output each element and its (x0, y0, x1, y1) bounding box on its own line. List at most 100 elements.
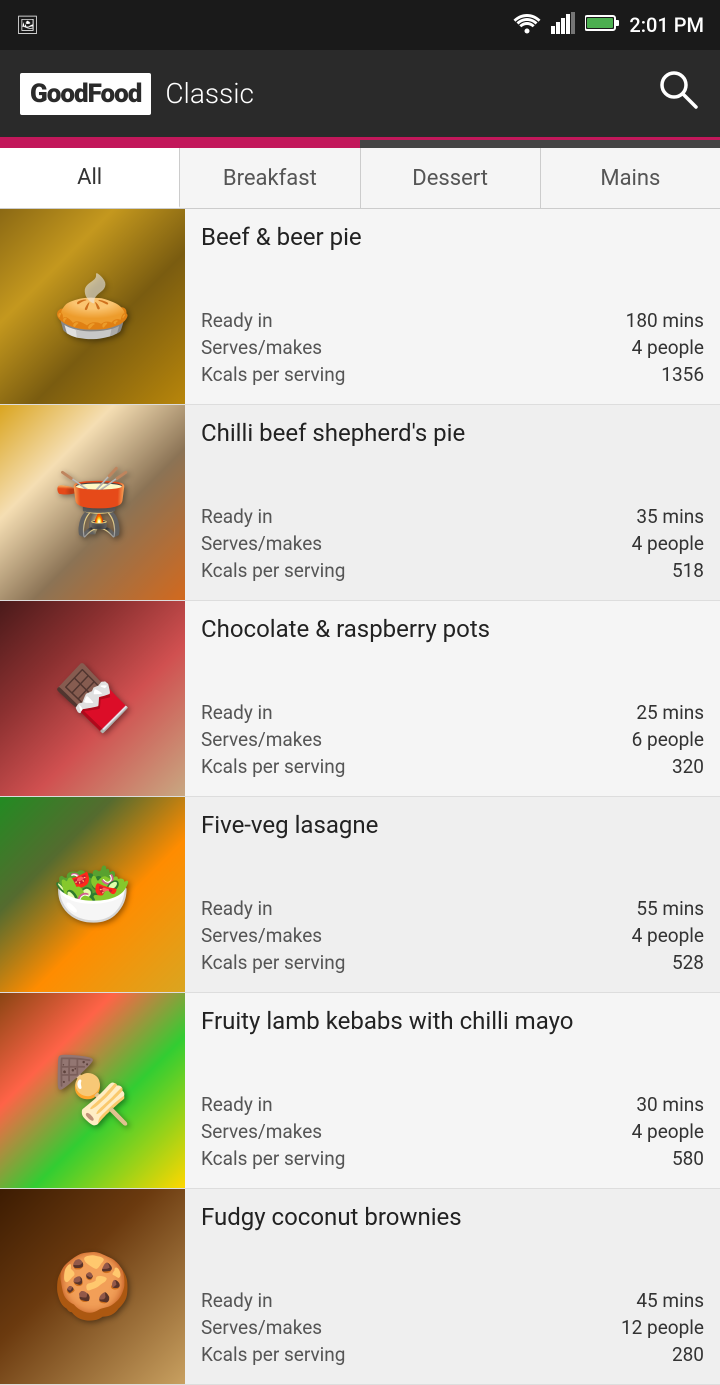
battery-icon (585, 14, 619, 37)
recipe-details: Ready in 45 mins Serves/makes 12 people … (201, 1250, 704, 1370)
recipe-thumbnail: 🍫 (0, 601, 185, 796)
tab-breakfast[interactable]: Breakfast (180, 148, 360, 208)
serves-value: 6 people (632, 728, 704, 751)
recipe-thumbnail: 🫕 (0, 405, 185, 600)
serves-value: 4 people (632, 924, 704, 947)
kcals-value: 528 (672, 951, 704, 974)
serves-label: Serves/makes (201, 336, 322, 359)
status-bar-left: 🖼 (16, 15, 39, 36)
ready-in-row: Ready in 25 mins (201, 701, 704, 724)
serves-row: Serves/makes 4 people (201, 924, 704, 947)
recipe-details: Ready in 35 mins Serves/makes 4 people K… (201, 466, 704, 586)
recipe-details: Ready in 25 mins Serves/makes 6 people K… (201, 662, 704, 782)
status-bar-right: 2:01 PM (513, 12, 704, 39)
serves-row: Serves/makes 4 people (201, 336, 704, 359)
recipe-thumbnail: 🥧 (0, 209, 185, 404)
ready-in-value: 45 mins (636, 1289, 704, 1312)
app-header: GoodFood Classic (0, 50, 720, 140)
serves-value: 4 people (632, 1120, 704, 1143)
recipe-info: Fruity lamb kebabs with chilli mayo Read… (185, 993, 720, 1188)
serves-label: Serves/makes (201, 532, 322, 555)
ready-in-row: Ready in 45 mins (201, 1289, 704, 1312)
signal-icon (551, 12, 575, 39)
kcals-value: 1356 (661, 363, 704, 386)
serves-row: Serves/makes 4 people (201, 1120, 704, 1143)
kcals-row: Kcals per serving 518 (201, 559, 704, 582)
serves-value: 12 people (621, 1316, 704, 1339)
ready-in-label: Ready in (201, 505, 273, 528)
serves-label: Serves/makes (201, 728, 322, 751)
serves-row: Serves/makes 6 people (201, 728, 704, 751)
ready-in-value: 30 mins (636, 1093, 704, 1116)
ready-in-row: Ready in 55 mins (201, 897, 704, 920)
serves-row: Serves/makes 12 people (201, 1316, 704, 1339)
recipe-image: 🍪 (0, 1189, 185, 1384)
recipe-name: Chilli beef shepherd's pie (201, 419, 704, 448)
recipe-details: Ready in 180 mins Serves/makes 4 people … (201, 270, 704, 390)
status-bar: 🖼 2:01 PM (0, 0, 720, 50)
ready-in-label: Ready in (201, 897, 273, 920)
ready-in-value: 35 mins (636, 505, 704, 528)
tab-dessert[interactable]: Dessert (361, 148, 541, 208)
recipe-name: Fudgy coconut brownies (201, 1203, 704, 1232)
kcals-label: Kcals per serving (201, 559, 345, 582)
recipe-image: 🥧 (0, 209, 185, 404)
kcals-label: Kcals per serving (201, 1343, 345, 1366)
kcals-label: Kcals per serving (201, 951, 345, 974)
ready-in-value: 55 mins (636, 897, 704, 920)
recipe-image: 🍫 (0, 601, 185, 796)
ready-in-label: Ready in (201, 701, 273, 724)
kcals-row: Kcals per serving 1356 (201, 363, 704, 386)
header-left: GoodFood Classic (20, 73, 254, 115)
recipe-info: Fudgy coconut brownies Ready in 45 mins … (185, 1189, 720, 1384)
recipe-name: Fruity lamb kebabs with chilli mayo (201, 1007, 704, 1036)
kcals-label: Kcals per serving (201, 1147, 345, 1170)
serves-label: Serves/makes (201, 1316, 322, 1339)
tab-all[interactable]: All (0, 148, 180, 208)
ready-in-label: Ready in (201, 1289, 273, 1312)
recipe-thumbnail: 🥗 (0, 797, 185, 992)
kcals-label: Kcals per serving (201, 363, 345, 386)
serves-label: Serves/makes (201, 924, 322, 947)
recipe-item[interactable]: 🥧 Beef & beer pie Ready in 180 mins Serv… (0, 209, 720, 405)
kcals-row: Kcals per serving 280 (201, 1343, 704, 1366)
serves-row: Serves/makes 4 people (201, 532, 704, 555)
recipe-thumbnail: 🍪 (0, 1189, 185, 1384)
recipe-thumbnail: 🍢 (0, 993, 185, 1188)
recipe-image: 🫕 (0, 405, 185, 600)
ready-in-row: Ready in 180 mins (201, 309, 704, 332)
recipe-item[interactable]: 🍪 Fudgy coconut brownies Ready in 45 min… (0, 1189, 720, 1385)
recipe-image: 🥗 (0, 797, 185, 992)
kcals-row: Kcals per serving 580 (201, 1147, 704, 1170)
kcals-value: 518 (672, 559, 704, 582)
wifi-icon (513, 12, 541, 39)
kcals-label: Kcals per serving (201, 755, 345, 778)
tab-mains[interactable]: Mains (541, 148, 720, 208)
logo: GoodFood (20, 73, 151, 115)
kcals-row: Kcals per serving 528 (201, 951, 704, 974)
ready-in-row: Ready in 30 mins (201, 1093, 704, 1116)
recipe-item[interactable]: 🍫 Chocolate & raspberry pots Ready in 25… (0, 601, 720, 797)
image-icon: 🖼 (16, 15, 39, 36)
accent-bar (0, 140, 720, 148)
recipe-image: 🍢 (0, 993, 185, 1188)
ready-in-value: 180 mins (626, 309, 704, 332)
serves-value: 4 people (632, 532, 704, 555)
ready-in-label: Ready in (201, 1093, 273, 1116)
search-button[interactable] (656, 67, 700, 120)
ready-in-value: 25 mins (636, 701, 704, 724)
recipe-item[interactable]: 🫕 Chilli beef shepherd's pie Ready in 35… (0, 405, 720, 601)
kcals-row: Kcals per serving 320 (201, 755, 704, 778)
ready-in-label: Ready in (201, 309, 273, 332)
recipe-item[interactable]: 🥗 Five-veg lasagne Ready in 55 mins Serv… (0, 797, 720, 993)
kcals-value: 280 (672, 1343, 704, 1366)
recipe-item[interactable]: 🍢 Fruity lamb kebabs with chilli mayo Re… (0, 993, 720, 1189)
ready-in-row: Ready in 35 mins (201, 505, 704, 528)
recipe-info: Chocolate & raspberry pots Ready in 25 m… (185, 601, 720, 796)
recipe-info: Beef & beer pie Ready in 180 mins Serves… (185, 209, 720, 404)
recipe-info: Five-veg lasagne Ready in 55 mins Serves… (185, 797, 720, 992)
recipe-name: Five-veg lasagne (201, 811, 704, 840)
serves-value: 4 people (632, 336, 704, 359)
recipe-list: 🥧 Beef & beer pie Ready in 180 mins Serv… (0, 209, 720, 1385)
time-display: 2:01 PM (629, 13, 704, 37)
